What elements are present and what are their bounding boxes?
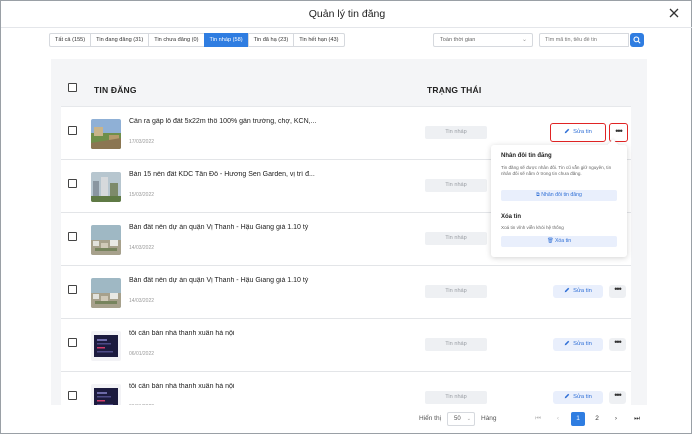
delete-button[interactable]: 🗑 Xóa tin xyxy=(501,236,617,247)
duplicate-heading: Nhân đôi tin đăng xyxy=(501,153,552,159)
listing-date: 14/03/2022 xyxy=(129,298,155,304)
rows-label: Hàng xyxy=(481,415,497,422)
tab-3[interactable]: Tin nháp (58) xyxy=(203,33,249,47)
listing-thumbnail[interactable] xyxy=(91,172,121,202)
listing-title[interactable]: tôi cần bán nhà thanh xuân hà nội xyxy=(129,383,379,390)
column-header-status: TRẠNG THÁI xyxy=(427,85,482,95)
pagination: Hiển thị 50 ⌄ Hàng ⏮ ‹ 1 2 › ⏭ xyxy=(1,411,692,427)
row-checkbox[interactable] xyxy=(68,391,77,400)
table-row: Bán đất nền dự án quận Vị Thanh - Hậu Gi… xyxy=(61,266,631,319)
listing-date: 06/01/2022 xyxy=(129,351,155,357)
close-icon[interactable] xyxy=(667,6,681,20)
edit-listing-button[interactable]: Sửa tin xyxy=(553,391,603,404)
listing-thumbnail[interactable] xyxy=(91,331,121,361)
last-page-icon[interactable]: ⏭ xyxy=(630,412,644,426)
pencil-icon xyxy=(564,287,570,293)
listing-date: 15/03/2022 xyxy=(129,192,155,198)
more-options-icon[interactable]: ••• xyxy=(609,285,626,298)
table-header: TIN ĐĂNG TRẠNG THÁI xyxy=(61,73,631,107)
header-divider xyxy=(1,27,692,28)
search-button[interactable] xyxy=(630,33,644,47)
search-input[interactable] xyxy=(539,33,629,47)
table-row: tôi cần bán nhà thanh xuân hà nội 06/01/2… xyxy=(61,319,631,372)
status-badge: Tin nháp xyxy=(425,338,487,351)
listing-thumbnail[interactable] xyxy=(91,225,121,255)
status-tabs: Tất cả (155) Tin đang đăng (31) Tin chưa đ… xyxy=(49,33,345,47)
table-row: tôi cần bán nhà thanh xuân hà nội 06/01/2… xyxy=(61,372,631,405)
next-page-icon[interactable]: › xyxy=(609,412,623,426)
duplicate-description: Tin đăng sẽ được nhân đôi. Tin cũ vẫn gi… xyxy=(501,165,612,176)
dialog-title: Quản lý tin đăng xyxy=(308,8,386,20)
prev-page-icon[interactable]: ‹ xyxy=(551,412,565,426)
delete-heading: Xóa tin xyxy=(501,214,522,220)
more-options-icon[interactable]: ••• xyxy=(609,338,626,351)
listing-title[interactable]: Bán 15 nền đất KDC Tân Đô - Hương Sen Ga… xyxy=(129,171,379,178)
chevron-down-icon: ⌄ xyxy=(521,37,527,43)
time-filter-select[interactable]: Toàn thời gian ⌄ xyxy=(433,33,533,47)
row-checkbox[interactable] xyxy=(68,126,77,135)
trash-icon: 🗑 xyxy=(546,238,555,244)
listing-title[interactable]: Bán đất nền dự án quận Vị Thanh - Hậu Gi… xyxy=(129,277,379,284)
tab-4[interactable]: Tin đã hạ (23) xyxy=(247,33,295,47)
pencil-icon xyxy=(564,340,570,346)
listing-date: 14/03/2022 xyxy=(129,245,155,251)
edit-listing-button[interactable]: Sửa tin xyxy=(553,338,603,351)
chevron-down-icon: ⌄ xyxy=(466,416,471,422)
pencil-icon xyxy=(564,128,570,134)
listing-date: 06/01/2022 xyxy=(129,404,154,405)
tab-5[interactable]: Tin hết hạn (43) xyxy=(293,33,345,47)
status-badge: Tin nháp xyxy=(425,232,487,245)
listing-date: 17/03/2022 xyxy=(129,139,155,145)
status-badge: Tin nháp xyxy=(425,391,487,404)
more-options-icon[interactable]: ••• xyxy=(609,391,626,404)
row-checkbox[interactable] xyxy=(68,232,77,241)
page-button-2[interactable]: 2 xyxy=(590,412,604,426)
listing-thumbnail[interactable] xyxy=(91,278,121,308)
listing-thumbnail[interactable] xyxy=(91,119,121,149)
listing-thumbnail[interactable] xyxy=(91,384,121,405)
tab-0[interactable]: Tất cả (155) xyxy=(49,33,92,47)
edit-listing-button[interactable]: Sửa tin xyxy=(553,285,603,298)
tab-1[interactable]: Tin đang đăng (31) xyxy=(90,33,150,47)
select-all-checkbox[interactable] xyxy=(68,83,77,92)
time-filter-value: Toàn thời gian xyxy=(440,37,476,43)
listing-title[interactable]: Bán đất nền dự án quận Vị Thanh - Hậu Gi… xyxy=(129,224,379,231)
pencil-icon xyxy=(564,393,570,399)
first-page-icon[interactable]: ⏮ xyxy=(531,412,545,426)
search-icon xyxy=(633,36,641,44)
dialog-window: Quản lý tin đăng Tất cả (155) Tin đang đă… xyxy=(0,0,692,434)
duplicate-button[interactable]: ⧉ Nhân đôi tin đăng xyxy=(501,190,617,201)
edit-listing-button[interactable]: Sửa tin xyxy=(550,123,606,142)
row-checkbox[interactable] xyxy=(68,338,77,347)
tab-2[interactable]: Tin chưa đăng (0) xyxy=(148,33,205,47)
status-badge: Tin nháp xyxy=(425,179,487,192)
listing-title[interactable]: Cần ra gấp lô đất 5x22m thổ 100% gần trư… xyxy=(129,118,379,125)
delete-description: Xoá tin vĩnh viễn khỏi hệ thống xyxy=(501,225,564,230)
row-checkbox[interactable] xyxy=(68,285,77,294)
listing-title[interactable]: tôi cần bán nhà thanh xuân hà nội xyxy=(129,330,379,337)
status-badge: Tin nháp xyxy=(425,285,487,298)
row-checkbox[interactable] xyxy=(68,179,77,188)
page-size-select[interactable]: 50 ⌄ xyxy=(447,412,475,426)
page-button-1[interactable]: 1 xyxy=(571,412,585,426)
column-header-title: TIN ĐĂNG xyxy=(94,85,137,95)
status-badge: Tin nháp xyxy=(425,126,487,139)
rows-per-page-label: Hiển thị xyxy=(419,415,442,422)
more-actions-popup: Nhân đôi tin đăng Tin đăng sẽ được nhân … xyxy=(491,139,627,257)
